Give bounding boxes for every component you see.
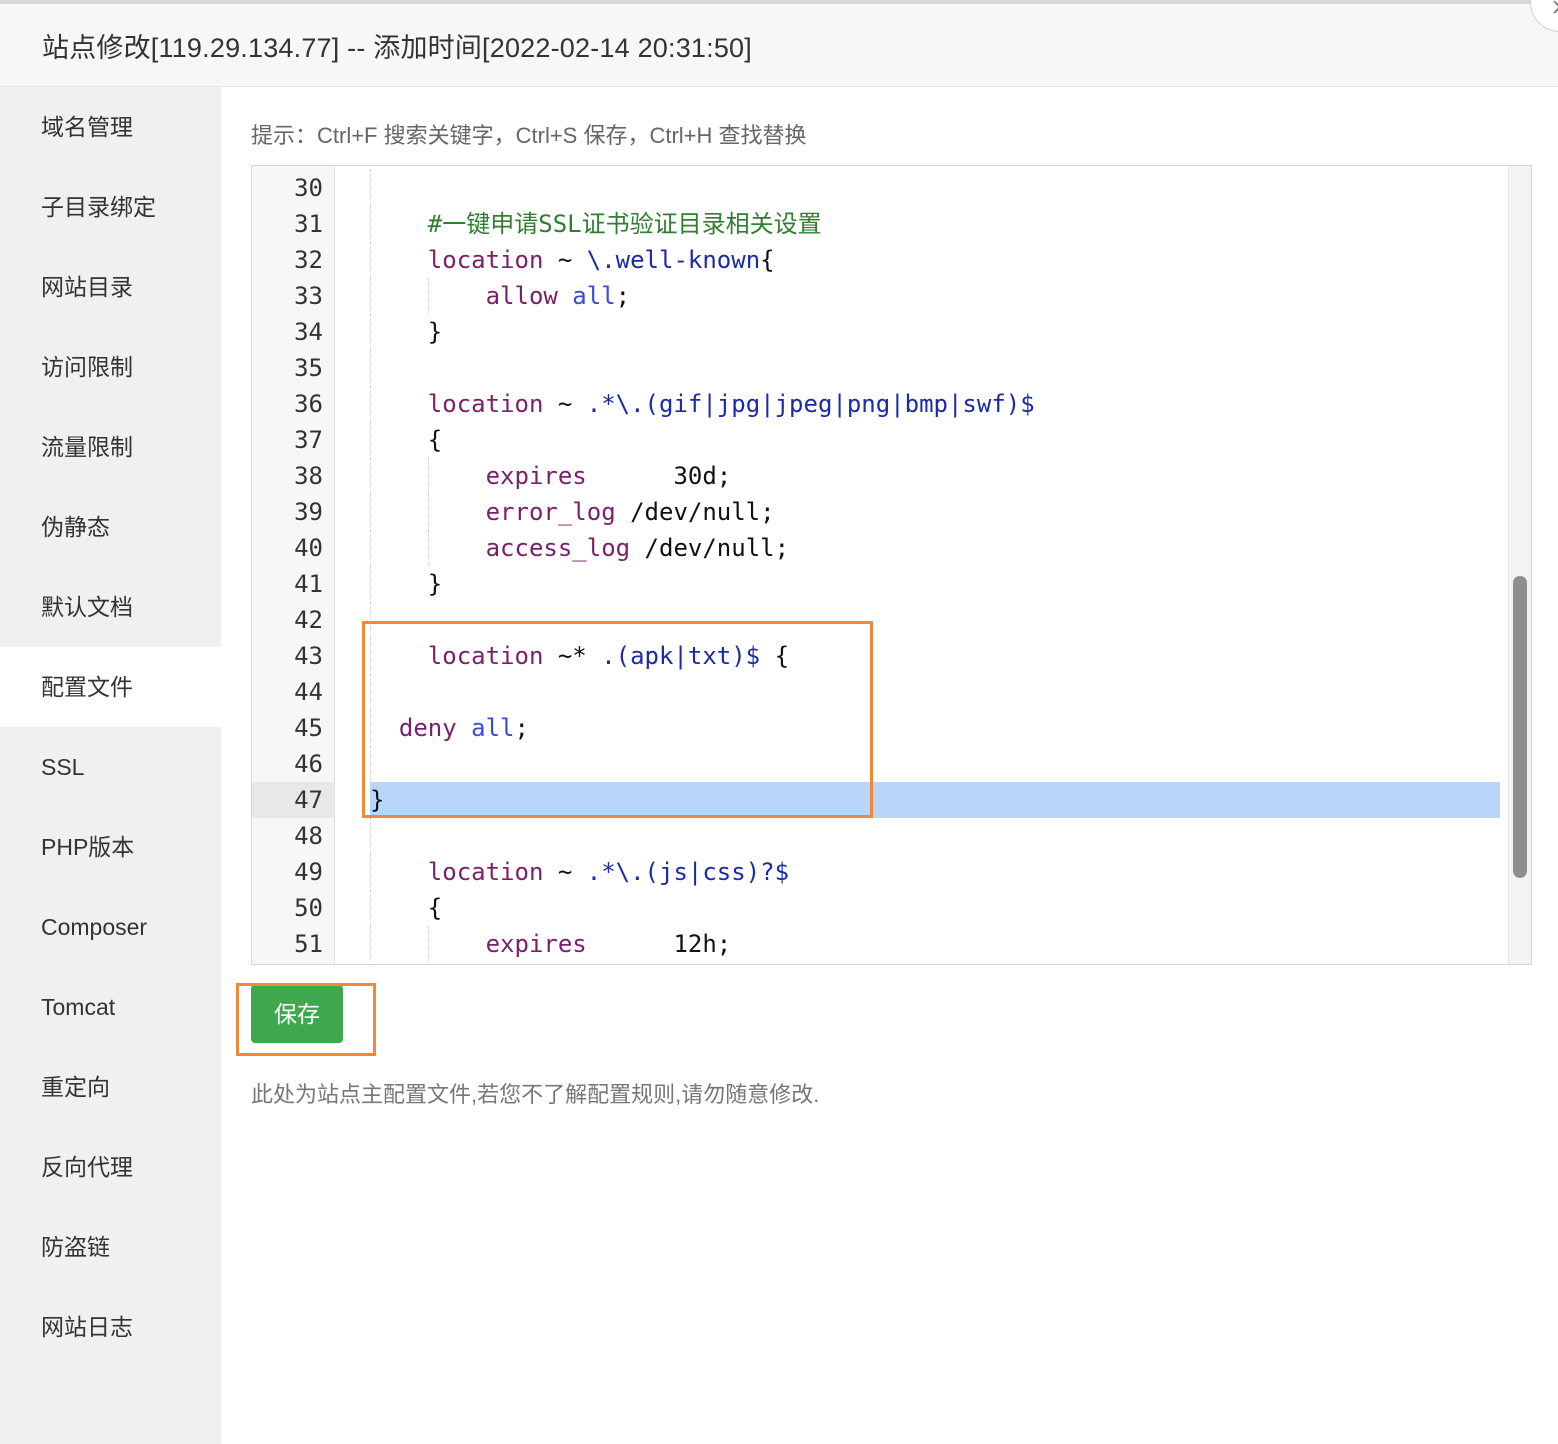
line-text	[370, 746, 1500, 782]
line-number: 40	[294, 534, 323, 562]
code-line[interactable]: 45 deny all;	[252, 710, 1500, 746]
line-text: error_log /dev/null;	[485, 498, 775, 526]
sidebar-item-6[interactable]: 默认文档	[0, 567, 221, 647]
line-text: location ~ \.well-known{	[427, 246, 775, 274]
code-line[interactable]: 43 location ~* .(apk|txt)$ {	[252, 638, 1500, 674]
sidebar-item-9[interactable]: PHP版本	[0, 807, 221, 887]
sidebar-item-8[interactable]: SSL	[0, 727, 221, 807]
code-line[interactable]: 48	[252, 818, 1500, 854]
line-number: 38	[294, 462, 323, 490]
line-number: 50	[294, 894, 323, 922]
code-line[interactable]: 51 expires 12h;	[252, 926, 1500, 962]
sidebar-item-10[interactable]: Composer	[0, 887, 221, 967]
code-line[interactable]: 46	[252, 746, 1500, 782]
code-line[interactable]: 36 location ~ .*\.(gif|jpg|jpeg|png|bmp|…	[252, 386, 1500, 422]
code-line[interactable]: 40 access_log /dev/null;	[252, 530, 1500, 566]
line-number: 32	[294, 246, 323, 274]
background-strip	[0, 0, 1530, 4]
code-line[interactable]: 35	[252, 350, 1500, 386]
line-number: 39	[294, 498, 323, 526]
code-line[interactable]: 49 location ~ .*\.(js|css)?$	[252, 854, 1500, 890]
code-line[interactable]: 32 location ~ \.well-known{	[252, 242, 1500, 278]
line-number: 48	[294, 822, 323, 850]
sidebar-item-13[interactable]: 反向代理	[0, 1127, 221, 1207]
editor-scrollbar[interactable]	[1508, 166, 1531, 964]
config-warning-note: 此处为站点主配置文件,若您不了解配置规则,请勿随意修改.	[251, 1082, 820, 1107]
line-number: 47	[252, 782, 334, 818]
line-text	[370, 818, 1500, 854]
line-text	[370, 674, 1500, 710]
line-text: allow all;	[485, 282, 631, 310]
line-text: {	[370, 894, 443, 922]
line-text: }	[370, 318, 443, 346]
main-panel: 提示：Ctrl+F 搜索关键字，Ctrl+S 保存，Ctrl+H 查找替换 30…	[221, 87, 1558, 1444]
sidebar-item-2[interactable]: 网站目录	[0, 247, 221, 327]
line-text: expires 12h;	[485, 930, 732, 958]
line-number: 43	[294, 642, 323, 670]
dialog-titlebar: 站点修改[119.29.134.77] -- 添加时间[2022-02-14 2…	[0, 0, 1558, 87]
code-line[interactable]: 39 error_log /dev/null;	[252, 494, 1500, 530]
site-edit-dialog: 站点修改[119.29.134.77] -- 添加时间[2022-02-14 2…	[0, 0, 1558, 1444]
sidebar-item-12[interactable]: 重定向	[0, 1047, 221, 1127]
line-number: 33	[294, 282, 323, 310]
line-number: 41	[294, 570, 323, 598]
dialog-title: 站点修改[119.29.134.77] -- 添加时间[2022-02-14 2…	[42, 33, 752, 63]
line-number: 49	[294, 858, 323, 886]
code-line[interactable]: 31 #一键申请SSL证书验证目录相关设置	[252, 206, 1500, 242]
sidebar-item-5[interactable]: 伪静态	[0, 487, 221, 567]
line-text: location ~ .*\.(gif|jpg|jpeg|png|bmp|swf…	[427, 390, 1035, 418]
editor-hint: 提示：Ctrl+F 搜索关键字，Ctrl+S 保存，Ctrl+H 查找替换	[251, 123, 807, 148]
scrollbar-thumb[interactable]	[1513, 576, 1527, 878]
code-line[interactable]: 33 allow all;	[252, 278, 1500, 314]
line-text: #一键申请SSL证书验证目录相关设置	[370, 210, 822, 238]
sidebar-item-7[interactable]: 配置文件	[0, 647, 221, 727]
line-text: expires 30d;	[485, 462, 732, 490]
sidebar-item-1[interactable]: 子目录绑定	[0, 167, 221, 247]
line-number: 42	[294, 606, 323, 634]
line-number: 31	[294, 210, 323, 238]
line-text	[370, 170, 1500, 206]
line-number: 35	[294, 354, 323, 382]
sidebar-item-0[interactable]: 域名管理	[0, 87, 221, 167]
line-text	[370, 602, 1500, 638]
code-line[interactable]: 34 }	[252, 314, 1500, 350]
save-button[interactable]: 保存	[251, 985, 343, 1043]
line-text	[370, 350, 1500, 386]
line-number: 30	[294, 174, 323, 202]
line-text: location ~ .*\.(js|css)?$	[427, 858, 790, 886]
code-line[interactable]: 44	[252, 674, 1500, 710]
code-line[interactable]: 30	[252, 170, 1500, 206]
line-number: 34	[294, 318, 323, 346]
line-number: 45	[294, 714, 323, 742]
code-line[interactable]: 41 }	[252, 566, 1500, 602]
code-line[interactable]: 42	[252, 602, 1500, 638]
code-line[interactable]: 47}	[252, 782, 1500, 818]
line-number: 44	[294, 678, 323, 706]
code-line[interactable]: 50 {	[252, 890, 1500, 926]
sidebar-item-11[interactable]: Tomcat	[0, 967, 221, 1047]
sidebar-item-4[interactable]: 流量限制	[0, 407, 221, 487]
sidebar-item-15[interactable]: 网站日志	[0, 1287, 221, 1367]
sidebar-item-14[interactable]: 防盗链	[0, 1207, 221, 1287]
line-text: }	[370, 570, 443, 598]
sidebar: 域名管理 子目录绑定 网站目录 访问限制 流量限制 伪静态 默认文档 配置文件 SSL PHP版本…	[0, 87, 221, 1444]
line-number: 46	[294, 750, 323, 778]
sidebar-item-3[interactable]: 访问限制	[0, 327, 221, 407]
code-line[interactable]: 37 {	[252, 422, 1500, 458]
line-text: }	[370, 782, 1500, 818]
line-text: deny all;	[398, 714, 529, 742]
line-number: 51	[294, 930, 323, 958]
line-number: 37	[294, 426, 323, 454]
code-line[interactable]: 38 expires 30d;	[252, 458, 1500, 494]
code-editor[interactable]: 30 31 #一键申请SSL证书验证目录相关设置 32 location ~ \.w…	[251, 165, 1532, 965]
line-text: location ~* .(apk|txt)$ {	[427, 642, 790, 670]
line-text: access_log /dev/null;	[485, 534, 790, 562]
line-text: {	[370, 426, 443, 454]
line-number: 36	[294, 390, 323, 418]
